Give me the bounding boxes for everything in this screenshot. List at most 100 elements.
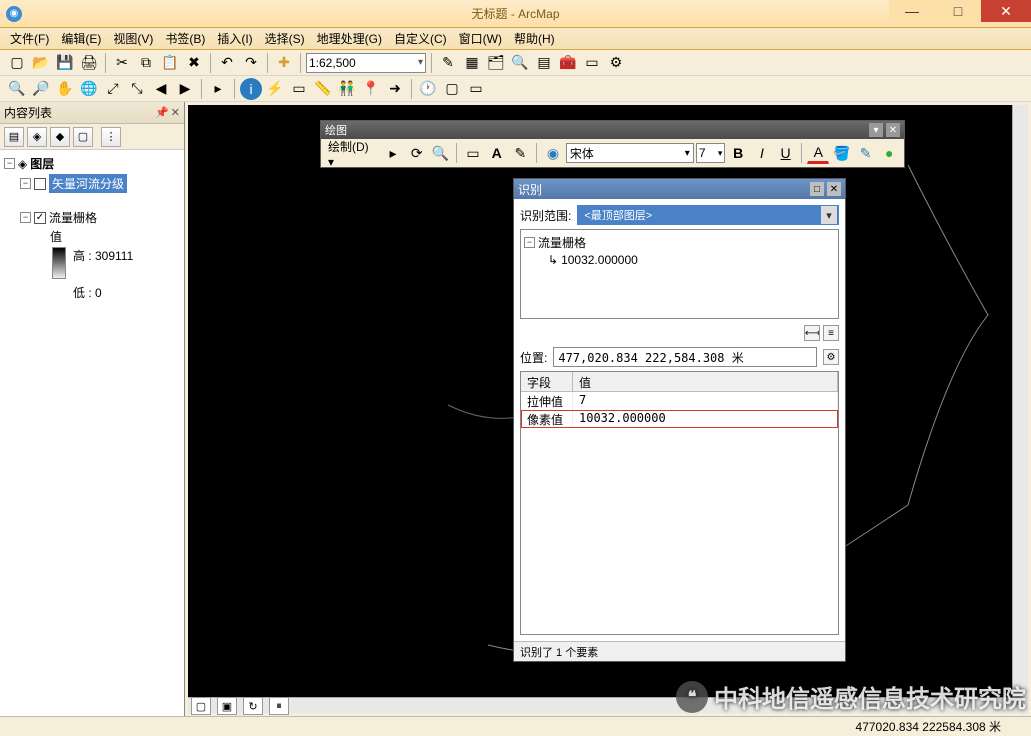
print-button[interactable]: 🖨 — [78, 52, 100, 74]
zoom-tool-icon[interactable]: 🔍 — [430, 142, 452, 164]
fixed-zoom-in-button[interactable]: ⤢ — [102, 78, 124, 100]
identify-restore-icon[interactable]: □ — [810, 182, 824, 196]
menu-geoprocessing[interactable]: 地理处理(G) — [311, 28, 388, 49]
line-color-button[interactable]: ✎ — [855, 142, 877, 164]
map-horizontal-scrollbar[interactable] — [188, 697, 1012, 713]
toc-options-button[interactable]: ⋮ — [101, 127, 121, 147]
next-extent-button[interactable]: ▶ — [174, 78, 196, 100]
time-slider-button[interactable]: 🕐 — [417, 78, 439, 100]
fixed-zoom-out-button[interactable]: ⤡ — [126, 78, 148, 100]
window-close-button[interactable]: ✕ — [981, 0, 1031, 22]
menu-selection[interactable]: 选择(S) — [259, 28, 311, 49]
italic-button[interactable]: I — [751, 142, 773, 164]
delete-button[interactable]: ✖ — [183, 52, 205, 74]
pause-tab[interactable]: ⏸ — [269, 697, 289, 715]
menu-insert[interactable]: 插入(I) — [211, 28, 258, 49]
draw-menu[interactable]: 绘制(D) ▾ — [325, 138, 380, 169]
drawing-close-icon[interactable]: ✕ — [886, 123, 900, 137]
identify-titlebar[interactable]: 识别 □✕ — [514, 179, 845, 199]
window-minimize-button[interactable]: — — [889, 0, 935, 22]
save-button[interactable]: 💾 — [54, 52, 76, 74]
drawing-toolbar[interactable]: 绘图 ▾✕ 绘制(D) ▾ ▸ ⟳ 🔍 ▭ A ✎ ◉ 宋体 7▾ B I U … — [320, 120, 905, 168]
select-tool-icon[interactable]: ▸ — [382, 142, 404, 164]
identify-window[interactable]: 识别 □✕ 识别范围: <最顶部图层> −流量栅格 ↳10032.000000 … — [513, 178, 846, 662]
python-button[interactable]: ▭ — [581, 52, 603, 74]
find-route-button[interactable]: 📍 — [360, 78, 382, 100]
layer-checkbox[interactable] — [34, 178, 46, 190]
expand-icon[interactable]: − — [4, 158, 15, 169]
font-combo[interactable]: 宋体 — [566, 143, 694, 163]
layer-flow-raster[interactable]: 流量栅格 — [49, 209, 97, 226]
identify-result-tree[interactable]: −流量栅格 ↳10032.000000 — [520, 229, 839, 319]
modelbuilder-button[interactable]: ⚙ — [605, 52, 627, 74]
prev-extent-button[interactable]: ◀ — [150, 78, 172, 100]
toc-list-by-visibility-button[interactable]: ◆ — [50, 127, 70, 147]
menu-edit[interactable]: 编辑(E) — [55, 28, 107, 49]
editor-toolbar-button[interactable]: ✎ — [437, 52, 459, 74]
create-viewer-button[interactable]: ▢ — [441, 78, 463, 100]
open-button[interactable]: 📂 — [30, 52, 52, 74]
full-extent-button[interactable]: 🌐 — [78, 78, 100, 100]
redo-button[interactable]: ↷ — [240, 52, 262, 74]
grid-header-field[interactable]: 字段 — [521, 372, 573, 391]
text-tool-icon[interactable]: A — [486, 142, 508, 164]
identify-layer-combo[interactable]: <最顶部图层> — [577, 205, 839, 225]
result-value-node[interactable]: 10032.000000 — [561, 253, 638, 267]
expand-icon[interactable]: − — [20, 212, 31, 223]
identify-next-icon[interactable]: ≡ — [823, 325, 839, 341]
identify-prev-icon[interactable]: ⟻ — [804, 325, 820, 341]
data-view-tab[interactable]: ▢ — [191, 697, 211, 715]
toc-list-by-drawing-button[interactable]: ▤ — [4, 127, 24, 147]
new-button[interactable]: ▢ — [6, 52, 28, 74]
rotate-tool-icon[interactable]: ⟳ — [406, 142, 428, 164]
grid-header-value[interactable]: 值 — [573, 372, 838, 391]
toc-root-label[interactable]: 图层 — [30, 155, 54, 172]
refresh-tab[interactable]: ↻ — [243, 697, 263, 715]
layout-view-tab[interactable]: ▣ — [217, 697, 237, 715]
copy-button[interactable]: ⧉ — [135, 52, 157, 74]
underline-button[interactable]: U — [775, 142, 797, 164]
toolbox-button[interactable]: 🧰 — [557, 52, 579, 74]
undo-button[interactable]: ↶ — [216, 52, 238, 74]
zoom-out-button[interactable]: 🔎 — [30, 78, 52, 100]
toc-pin-icon[interactable]: 📌 — [155, 106, 169, 119]
result-layer-node[interactable]: 流量栅格 — [538, 234, 586, 251]
layer-vector-rivers[interactable]: 矢量河流分级 — [49, 174, 127, 193]
catalog-button[interactable]: 🗂 — [485, 52, 507, 74]
measure-button[interactable]: 📏 — [312, 78, 334, 100]
expand-icon[interactable]: − — [524, 237, 535, 248]
viewer-button[interactable]: ▭ — [465, 78, 487, 100]
pan-button[interactable]: ✋ — [54, 78, 76, 100]
find-button[interactable]: 👬 — [336, 78, 358, 100]
toc-tree[interactable]: − ◈ 图层 − 矢量河流分级 − 流量栅格 值 高 : 309111 — [0, 150, 184, 716]
menu-customize[interactable]: 自定义(C) — [388, 28, 453, 49]
add-data-button[interactable]: ✚ — [273, 52, 295, 74]
select-elements-button[interactable]: ▸ — [207, 78, 229, 100]
toc-close-icon[interactable]: ✕ — [171, 106, 180, 119]
menu-windows[interactable]: 窗口(W) — [453, 28, 508, 49]
rectangle-tool-icon[interactable]: ▭ — [462, 142, 484, 164]
search-button[interactable]: 🔍 — [509, 52, 531, 74]
toc-list-by-source-button[interactable]: ◈ — [27, 127, 47, 147]
identify-button[interactable]: i — [240, 78, 262, 100]
font-color-button[interactable]: A — [807, 142, 829, 164]
toc-button[interactable]: ▦ — [461, 52, 483, 74]
fill-color-button[interactable]: 🪣 — [831, 142, 853, 164]
menu-view[interactable]: 视图(V) — [107, 28, 159, 49]
scale-combo[interactable]: 1:62,500 — [306, 53, 426, 73]
drawing-toolbar-title[interactable]: 绘图 ▾✕ — [321, 121, 904, 139]
font-size-combo[interactable]: 7▾ — [696, 143, 726, 163]
window-maximize-button[interactable]: □ — [935, 0, 981, 22]
expand-icon[interactable]: − — [20, 178, 31, 189]
zoom-in-button[interactable]: 🔍 — [6, 78, 28, 100]
hyperlink-button[interactable]: ⚡ — [264, 78, 286, 100]
bold-button[interactable]: B — [727, 142, 749, 164]
map-vertical-scrollbar[interactable] — [1012, 105, 1028, 697]
menu-help[interactable]: 帮助(H) — [508, 28, 561, 49]
menu-file[interactable]: 文件(F) — [4, 28, 55, 49]
html-popup-button[interactable]: ▭ — [288, 78, 310, 100]
drawing-dropdown-icon[interactable]: ▾ — [869, 123, 883, 137]
layer-checkbox[interactable] — [34, 212, 46, 224]
marker-color-button[interactable]: ● — [878, 142, 900, 164]
cut-button[interactable]: ✂ — [111, 52, 133, 74]
